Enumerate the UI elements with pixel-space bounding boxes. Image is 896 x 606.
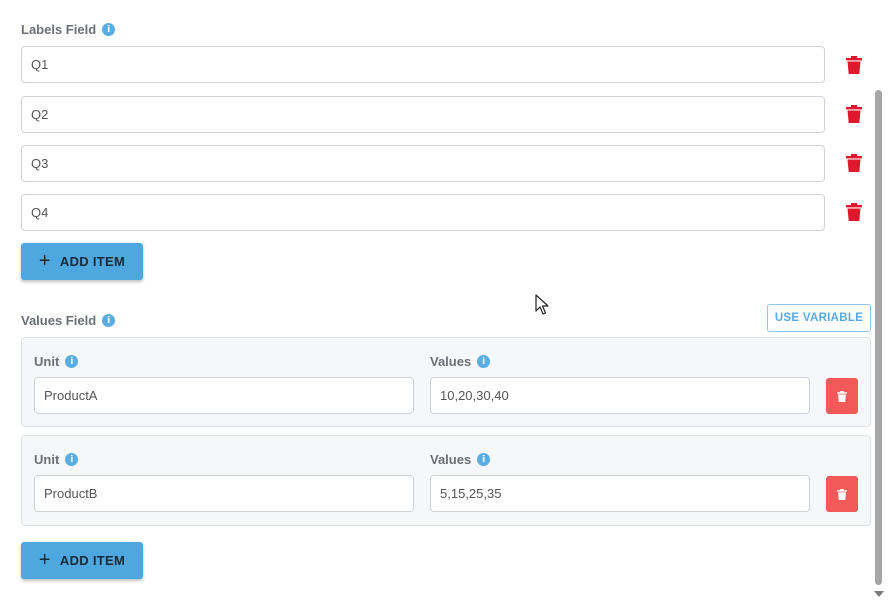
scroll-down-arrow-icon[interactable] [874,591,884,597]
unit-input[interactable]: ProductA [34,377,414,414]
info-icon[interactable]: i [65,453,79,466]
labels-field-title: Labels Field i [21,22,116,37]
label-input-2[interactable]: Q2 [21,96,825,133]
trash-icon [837,488,847,500]
label-input-2-value: Q2 [31,107,49,122]
info-icon[interactable]: i [102,23,116,36]
unit-label-text: Unit [34,452,60,467]
unit-input-value: ProductB [44,486,98,501]
values-label: Values i [430,354,491,369]
values-field-label: Values Field [21,313,97,328]
values-input-value: 5,15,25,35 [440,486,502,501]
trash-icon [837,390,847,402]
mouse-cursor-icon [535,294,549,315]
add-value-item-label: ADD ITEM [59,553,126,568]
value-item-card-2: Unit i Values i ProductB 5,15,25,35 [21,435,871,526]
add-label-item-label: ADD ITEM [59,254,126,269]
add-label-item-button[interactable]: + ADD ITEM [21,243,143,280]
use-variable-label: USE VARIABLE [774,312,864,324]
unit-input[interactable]: ProductB [34,475,414,512]
unit-label: Unit i [34,452,79,467]
values-input[interactable]: 10,20,30,40 [430,377,810,414]
values-label-text: Values [430,452,472,467]
label-input-1-value: Q1 [31,57,49,72]
label-input-1[interactable]: Q1 [21,46,825,83]
values-input[interactable]: 5,15,25,35 [430,475,810,512]
label-input-4-value: Q4 [31,205,49,220]
trash-icon[interactable] [846,154,862,172]
plus-icon: + [38,548,51,571]
info-icon[interactable]: i [102,314,116,327]
values-input-value: 10,20,30,40 [440,388,509,403]
trash-icon[interactable] [846,105,862,123]
label-input-4[interactable]: Q4 [21,194,825,231]
trash-icon[interactable] [846,56,862,74]
use-variable-button[interactable]: USE VARIABLE [767,304,871,332]
labels-field-label: Labels Field [21,22,97,37]
add-value-item-button[interactable]: + ADD ITEM [21,542,143,579]
label-input-3[interactable]: Q3 [21,145,825,182]
trash-icon[interactable] [846,203,862,221]
delete-value-item-button[interactable] [826,378,858,414]
scrollbar-thumb[interactable] [875,90,882,585]
info-icon[interactable]: i [477,453,491,466]
value-item-card-1: Unit i Values i ProductA 10,20,30,40 [21,337,871,427]
values-field-title: Values Field i [21,313,116,328]
plus-icon: + [38,249,51,272]
unit-label-text: Unit [34,354,60,369]
unit-input-value: ProductA [44,388,98,403]
info-icon[interactable]: i [477,355,491,368]
delete-value-item-button[interactable] [826,476,858,512]
values-label-text: Values [430,354,472,369]
values-label: Values i [430,452,491,467]
info-icon[interactable]: i [65,355,79,368]
label-input-3-value: Q3 [31,156,49,171]
unit-label: Unit i [34,354,79,369]
